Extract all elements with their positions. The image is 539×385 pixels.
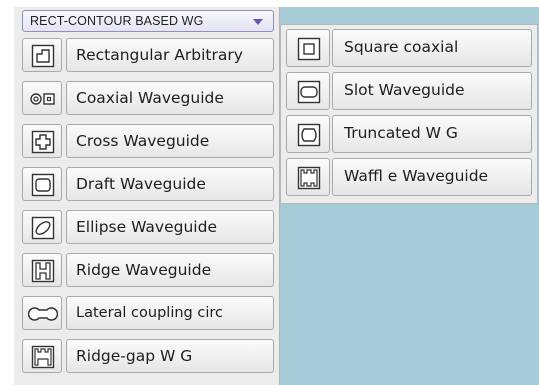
submenu-item-label: Waffl e Waveguide: [344, 167, 489, 185]
square-coaxial-icon: [297, 37, 321, 61]
cross-icon-button[interactable]: [22, 124, 62, 158]
ridge-icon-button[interactable]: [22, 253, 62, 287]
ridge-gap-wg-button[interactable]: Ridge-gap W G: [66, 339, 274, 373]
chevron-down-icon[interactable]: [253, 19, 263, 25]
draft-waveguide-button[interactable]: Draft Waveguide: [66, 167, 274, 201]
truncated-wg-button[interactable]: Truncated W G: [332, 115, 532, 153]
menu-item-label: Cross Waveguide: [76, 132, 210, 150]
lateral-coupling-circ-button[interactable]: Lateral coupling circ: [66, 296, 274, 330]
slot-icon: [297, 80, 321, 104]
menu-item-label: Rectangular Arbitrary: [76, 46, 243, 64]
dropdown-value: RECT-CONTOUR BASED WG: [30, 14, 204, 28]
rectangular-arbitrary-button[interactable]: Rectangular Arbitrary: [66, 38, 274, 72]
ellipse-waveguide-button[interactable]: Ellipse Waveguide: [66, 210, 274, 244]
coaxial-icon-button[interactable]: [22, 81, 62, 115]
rectangular-arbitrary-icon: [31, 44, 55, 68]
waffle-icon-button[interactable]: [286, 158, 330, 196]
waveguide-type-dropdown[interactable]: RECT-CONTOUR BASED WG: [22, 10, 274, 32]
window-top-edge: [14, 0, 539, 7]
window-edge: [0, 0, 14, 385]
ellipse-icon: [31, 216, 55, 240]
ellipse-icon-button[interactable]: [22, 210, 62, 244]
ridge-waveguide-button[interactable]: Ridge Waveguide: [66, 253, 274, 287]
cross-icon: [31, 130, 55, 154]
menu-item-label: Ridge Waveguide: [76, 261, 212, 279]
slot-icon-button[interactable]: [286, 72, 330, 110]
draft-icon: [31, 173, 55, 197]
slot-waveguide-button[interactable]: Slot Waveguide: [332, 72, 532, 110]
ridge-gap-icon: [31, 345, 55, 369]
lateral-coupling-icon-button[interactable]: [22, 296, 62, 330]
menu-item-label: Coaxial Waveguide: [76, 89, 224, 107]
truncated-icon: [297, 123, 321, 147]
ridge-gap-icon-button[interactable]: [22, 339, 62, 373]
rectangular-arbitrary-icon-button[interactable]: [22, 38, 62, 72]
menu-item-label: Draft Waveguide: [76, 175, 206, 193]
menu-item-label: Ridge-gap W G: [76, 347, 193, 365]
square-coaxial-button[interactable]: Square coaxial: [332, 29, 532, 67]
menu-item-label: Lateral coupling circ: [76, 305, 223, 321]
waffle-waveguide-button[interactable]: Waffl e Waveguide: [332, 158, 532, 196]
square-coaxial-icon-button[interactable]: [286, 29, 330, 67]
lateral-coupling-icon: [28, 307, 58, 321]
waffle-icon: [297, 166, 321, 190]
submenu-item-label: Slot Waveguide: [344, 81, 465, 99]
coaxial-icon: [30, 93, 55, 105]
submenu-item-label: Square coaxial: [344, 38, 459, 56]
truncated-icon-button[interactable]: [286, 115, 330, 153]
ridge-icon: [31, 259, 55, 283]
submenu-item-label: Truncated W G: [344, 124, 458, 142]
draft-icon-button[interactable]: [22, 167, 62, 201]
coaxial-waveguide-button[interactable]: Coaxial Waveguide: [66, 81, 274, 115]
cross-waveguide-button[interactable]: Cross Waveguide: [66, 124, 274, 158]
menu-item-label: Ellipse Waveguide: [76, 218, 217, 236]
